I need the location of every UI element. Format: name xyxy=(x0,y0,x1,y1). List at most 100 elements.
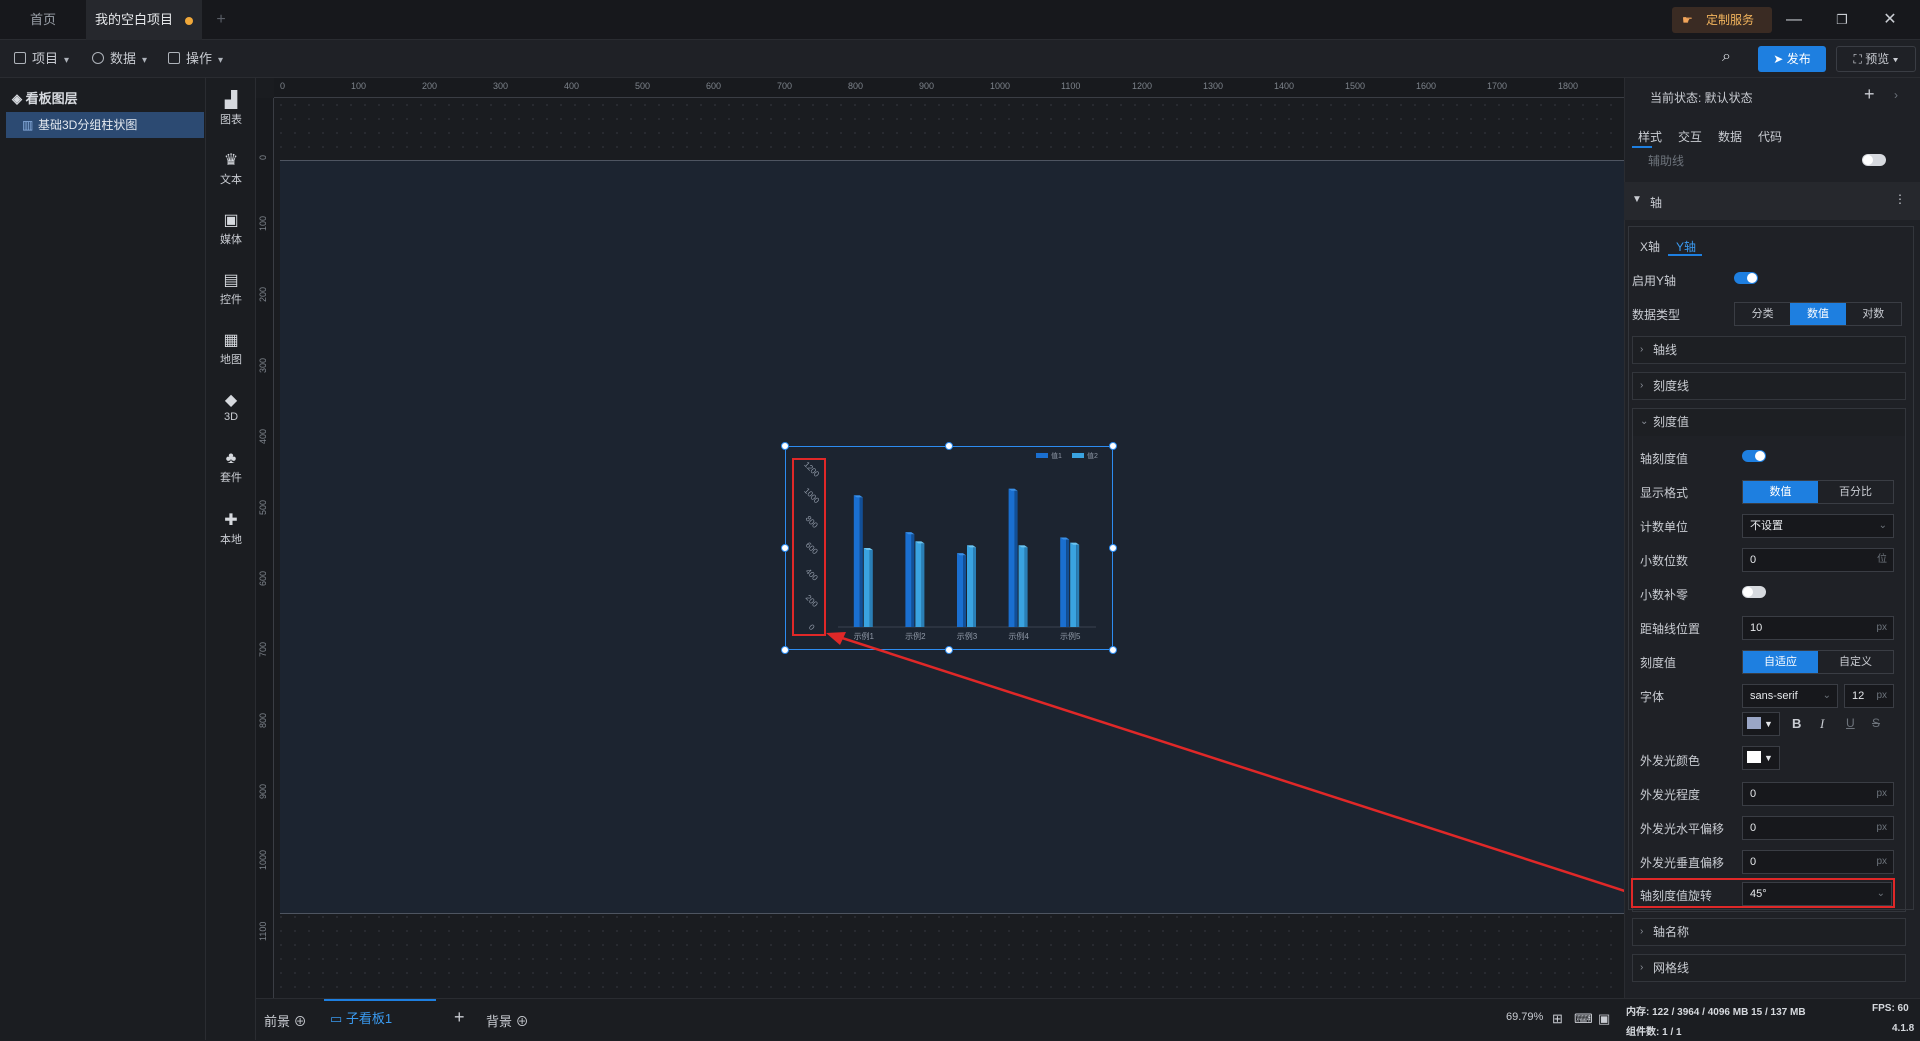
grid-section[interactable]: › 网格线 xyxy=(1632,954,1906,982)
unit-select[interactable]: 不设置 ⌄ xyxy=(1742,514,1894,538)
decimals-label: 小数位数 xyxy=(1640,554,1689,568)
custom-service-button[interactable]: ☛ 定制服务 xyxy=(1672,7,1772,33)
resize-handle[interactable] xyxy=(781,442,789,450)
restore-icon[interactable]: ❐ xyxy=(1830,8,1854,32)
glow-color-picker[interactable]: ▼ xyxy=(1742,746,1780,770)
bottom-bar: 前景 ⊕ ▭ 子看板1 + 背景 ⊕ 69.79% ⊞ ⌨ ▣ xyxy=(256,998,1624,1040)
chevron-right-icon[interactable]: › xyxy=(1894,88,1898,102)
axis-line-section[interactable]: › 轴线 xyxy=(1632,336,1906,364)
font-family-select[interactable]: sans-serif ⌄ xyxy=(1742,684,1838,708)
aux-line-toggle[interactable] xyxy=(1862,154,1886,166)
format-percent[interactable]: 百分比 xyxy=(1818,481,1893,503)
glow-v-input[interactable]: 0 px xyxy=(1742,850,1894,874)
strip-local[interactable]: ✚ 本地 xyxy=(206,510,256,547)
decimals-input[interactable]: 0位 xyxy=(1742,548,1894,572)
tick-auto[interactable]: 自适应 xyxy=(1743,651,1818,673)
format-number[interactable]: 数值 xyxy=(1743,481,1818,503)
strikethrough-icon[interactable]: S xyxy=(1872,716,1880,730)
data-type-log[interactable]: 对数 xyxy=(1846,303,1901,325)
pad-zero-toggle[interactable] xyxy=(1742,586,1766,598)
close-icon[interactable]: ✕ xyxy=(1878,8,1902,32)
publish-button[interactable]: ➤ 发布 xyxy=(1758,46,1826,72)
resize-handle[interactable] xyxy=(1109,544,1117,552)
more-icon[interactable]: ⋮ xyxy=(1894,192,1906,206)
tab-sub-board[interactable]: ▭ 子看板1 xyxy=(324,999,436,1041)
data-type-value[interactable]: 数值 xyxy=(1790,303,1846,325)
preview-button[interactable]: ⛶ 预览 ▾ xyxy=(1836,46,1916,72)
minimize-icon[interactable]: — xyxy=(1782,8,1806,32)
layer-item[interactable]: ▥ 基础3D分组柱状图 xyxy=(6,112,204,138)
menu-project[interactable]: 项目 ▾ xyxy=(14,48,69,70)
enable-y-label: 启用Y轴 xyxy=(1632,274,1677,288)
axis-name-title: 轴名称 xyxy=(1653,925,1690,939)
chart-selection-box[interactable]: 1200 1000 800 600 400 200 0 示例1 示例2 示例3 示例4 示例5 值1 值2 xyxy=(785,446,1113,650)
axis-section-header[interactable] xyxy=(1624,182,1920,220)
tab-interaction[interactable]: 交互 xyxy=(1678,128,1702,145)
tab-project[interactable]: 我的空白项目 xyxy=(86,0,202,40)
decimals-value: 0 xyxy=(1750,554,1757,566)
hand-icon: ☛ xyxy=(1682,13,1693,27)
strip-3d[interactable]: ◆ 3D xyxy=(206,390,256,423)
terminal-icon[interactable]: ▣ xyxy=(1598,1011,1610,1027)
tick-line-section[interactable]: › 刻度线 xyxy=(1632,372,1906,400)
tab-style[interactable]: 样式 xyxy=(1638,128,1662,145)
fit-screen-icon[interactable]: ⊞ xyxy=(1552,1011,1563,1027)
resize-handle[interactable] xyxy=(945,646,953,654)
bar-side xyxy=(859,497,863,627)
axis-dist-value: 10 xyxy=(1750,622,1763,634)
resize-handle[interactable] xyxy=(781,544,789,552)
keyboard-icon[interactable]: ⌨ xyxy=(1574,1011,1593,1027)
y-axis-annotation-box xyxy=(792,458,826,636)
bar xyxy=(853,495,860,627)
resize-handle[interactable] xyxy=(1109,646,1117,654)
tick-custom[interactable]: 自定义 xyxy=(1818,651,1893,673)
strip-media[interactable]: ▣ 媒体 xyxy=(206,210,256,247)
glow-level-input[interactable]: 0 px xyxy=(1742,782,1894,806)
px-unit: px xyxy=(1876,690,1887,701)
strip-control[interactable]: ▤ 控件 xyxy=(206,270,256,307)
tab-back[interactable]: 背景 ⊕ xyxy=(486,1011,529,1030)
axis-tick-value-toggle[interactable] xyxy=(1742,450,1766,462)
zoom-level[interactable]: 69.79% xyxy=(1506,1011,1543,1023)
search-icon[interactable]: ⌕ xyxy=(1722,48,1731,66)
menu-ops[interactable]: 操作 ▾ xyxy=(168,48,223,70)
legend-swatch xyxy=(1072,453,1084,458)
axis-dist-input[interactable]: 10 px xyxy=(1742,616,1894,640)
layers-icon: ◈ xyxy=(12,91,26,106)
resize-handle[interactable] xyxy=(781,646,789,654)
strip-text[interactable]: ♛ 文本 xyxy=(206,150,256,187)
tab-home[interactable]: 首页 xyxy=(0,0,86,40)
display-format-segment[interactable]: 数值 百分比 xyxy=(1742,480,1894,504)
resize-handle[interactable] xyxy=(945,442,953,450)
font-family-value: sans-serif xyxy=(1750,690,1798,702)
new-tab-plus-icon[interactable]: + xyxy=(206,0,236,40)
underline-icon[interactable]: U xyxy=(1846,716,1855,730)
enable-y-toggle[interactable] xyxy=(1734,272,1758,284)
tick-val-segment[interactable]: 自适应 自定义 xyxy=(1742,650,1894,674)
tick-value-section[interactable]: ⌄ 刻度值 xyxy=(1632,408,1906,436)
font-size-input[interactable]: 12 px xyxy=(1844,684,1894,708)
font-color-picker[interactable]: ▼ xyxy=(1742,712,1780,736)
glow-h-input[interactable]: 0 px xyxy=(1742,816,1894,840)
px-unit: px xyxy=(1876,788,1887,799)
tab-code[interactable]: 代码 xyxy=(1758,128,1782,145)
resize-handle[interactable] xyxy=(1109,442,1117,450)
italic-icon[interactable]: I xyxy=(1820,716,1824,732)
cube-icon: ◆ xyxy=(224,392,238,409)
data-type-category[interactable]: 分类 xyxy=(1735,303,1790,325)
axis-name-section[interactable]: › 轴名称 xyxy=(1632,918,1906,946)
bold-icon[interactable]: B xyxy=(1792,716,1801,731)
tab-front[interactable]: 前景 ⊕ xyxy=(264,1011,307,1030)
menu-data[interactable]: 数据 ▾ xyxy=(92,48,147,70)
data-type-segment[interactable]: 分类 数值 对数 xyxy=(1734,302,1902,326)
tab-y-axis[interactable]: Y轴 xyxy=(1676,238,1696,255)
tab-x-axis[interactable]: X轴 xyxy=(1640,238,1660,255)
data-type-label: 数据类型 xyxy=(1632,308,1681,322)
add-board-plus-icon[interactable]: + xyxy=(454,1007,465,1028)
tab-data[interactable]: 数据 xyxy=(1718,128,1742,145)
strip-kit[interactable]: ♣ 套件 xyxy=(206,450,256,485)
strip-map[interactable]: ▦ 地图 xyxy=(206,330,256,367)
strip-chart[interactable]: ▟ 图表 xyxy=(206,90,256,127)
add-state-plus-icon[interactable]: + xyxy=(1864,84,1875,105)
ruler-tick-label: 800 xyxy=(258,712,268,728)
